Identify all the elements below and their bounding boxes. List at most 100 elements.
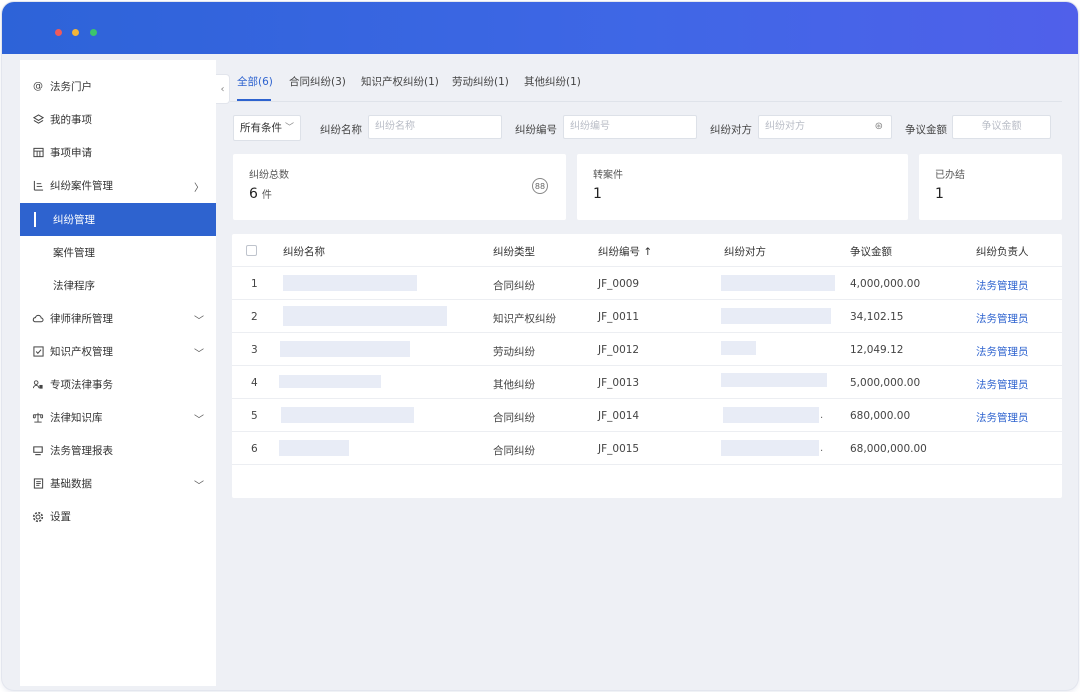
row-owner-link[interactable]: 法务管理员: [976, 377, 1029, 392]
dispute-number-label: 纠纷编号: [515, 124, 557, 136]
redacted-name: [280, 341, 410, 357]
row-owner-link[interactable]: 法务管理员: [976, 344, 1029, 359]
stat-card-closed: 已办结 1: [919, 154, 1062, 220]
cloud-icon: [32, 313, 44, 325]
column-header-owner[interactable]: 纠纷负责人: [976, 244, 1029, 259]
sidebar-item-special-legal-affairs[interactable]: 专项法律事务: [20, 368, 216, 401]
sidebar-item-legal-portal[interactable]: @ 法务门户: [20, 70, 216, 103]
table-row[interactable]: 4 其他纠纷 JF_0013 5,000,000.00 法务管理员: [232, 366, 1062, 399]
row-amount: 12,049.12: [850, 344, 904, 356]
sidebar-item-label: 法律知识库: [50, 412, 103, 424]
dispute-party-input[interactable]: 纠纷对方 ⊛: [758, 115, 892, 139]
condition-select[interactable]: 所有条件 ﹀: [233, 115, 301, 141]
tab-all[interactable]: 全部(6): [237, 74, 273, 89]
row-number: JF_0011: [598, 311, 640, 323]
chevron-down-icon: ﹀: [194, 349, 204, 360]
table-row[interactable]: 1 合同纠纷 JF_0009 4,000,000.00 法务管理员: [232, 267, 1062, 300]
column-header-party[interactable]: 纠纷对方: [724, 244, 766, 259]
gear-icon: [32, 511, 44, 523]
maximize-window-button[interactable]: [90, 29, 97, 36]
dispute-party-placeholder: 纠纷对方: [765, 121, 805, 132]
sidebar-item-case-management[interactable]: 案件管理: [20, 236, 216, 269]
tab-other-dispute[interactable]: 其他纠纷(1): [524, 74, 581, 89]
dispute-amount-input[interactable]: 争议金额: [952, 115, 1051, 139]
row-index: 2: [251, 311, 258, 323]
row-index: 6: [251, 443, 258, 455]
chevron-right-icon: 〉: [194, 183, 204, 194]
column-header-number[interactable]: 纠纷编号 ↑: [598, 244, 652, 259]
row-owner-link[interactable]: 法务管理员: [976, 311, 1029, 326]
row-owner-link[interactable]: 法务管理员: [976, 410, 1029, 425]
row-type: 合同纠纷: [493, 412, 535, 424]
people-icon: [32, 379, 44, 391]
calendar-grid-icon: [32, 147, 44, 159]
sidebar-item-settings[interactable]: 设置: [20, 500, 216, 533]
stat-value: 1: [935, 186, 944, 202]
truncation-mark: .: [820, 410, 824, 421]
select-all-checkbox[interactable]: [246, 245, 257, 256]
row-index: 1: [251, 278, 258, 290]
tab-ip-dispute[interactable]: 知识产权纠纷(1): [361, 74, 439, 89]
sidebar-item-label: 案件管理: [53, 247, 95, 259]
redacted-name: [283, 306, 447, 326]
table-row[interactable]: 5 合同纠纷 JF_0014 . 680,000.00 法务管理员: [232, 399, 1062, 432]
stat-number: 6: [249, 186, 258, 202]
sidebar: @ 法务门户 我的事项 事项申请 纠纷案件管理 〉 纠纷管理 案件管理 法律程序…: [20, 60, 216, 686]
redacted-party: [723, 407, 819, 423]
sidebar-item-label: 设置: [50, 511, 71, 523]
condition-select-value: 所有条件: [240, 122, 282, 134]
redacted-party: [721, 373, 827, 387]
scale-icon: [32, 412, 44, 424]
at-icon: @: [33, 81, 43, 92]
title-bar: [2, 2, 1078, 54]
sidebar-item-label: 律师律所管理: [50, 313, 113, 325]
sidebar-item-law-firm-management[interactable]: 律师律所管理 ﹀: [20, 302, 216, 335]
row-number: JF_0012: [598, 344, 640, 356]
redacted-party: [721, 275, 835, 291]
sidebar-item-label: 我的事项: [50, 114, 92, 126]
stat-value: 6件: [249, 186, 272, 202]
close-window-button[interactable]: [55, 29, 62, 36]
sidebar-item-my-matters[interactable]: 我的事项: [20, 103, 216, 136]
row-number: JF_0013: [598, 377, 640, 389]
redacted-party: [721, 308, 831, 324]
sidebar-item-ip-management[interactable]: 知识产权管理 ﹀: [20, 335, 216, 368]
tab-labor-dispute[interactable]: 劳动纠纷(1): [452, 74, 509, 89]
sidebar-item-dispute-management[interactable]: 纠纷管理: [20, 203, 216, 236]
dispute-number-input[interactable]: 纠纷编号: [563, 115, 697, 139]
minimize-window-button[interactable]: [72, 29, 79, 36]
chevron-down-icon: ﹀: [194, 316, 204, 327]
sidebar-item-base-data[interactable]: 基础数据 ﹀: [20, 467, 216, 500]
table-row[interactable]: 3 劳动纠纷 JF_0012 12,049.12 法务管理员: [232, 333, 1062, 366]
redacted-name: [283, 275, 417, 291]
sidebar-item-dispute-case-management[interactable]: 纠纷案件管理 〉: [20, 169, 216, 202]
dispute-name-input[interactable]: 纠纷名称: [368, 115, 502, 139]
row-owner-link[interactable]: 法务管理员: [976, 278, 1029, 293]
sidebar-item-label: 事项申请: [50, 147, 92, 159]
column-header-name[interactable]: 纠纷名称: [283, 244, 325, 259]
sidebar-item-label: 法律程序: [53, 280, 95, 292]
row-amount: 34,102.15: [850, 311, 904, 323]
table-row[interactable]: 6 合同纠纷 JF_0015 . 68,000,000.00: [232, 432, 1062, 465]
table-row[interactable]: 2 知识产权纠纷 JF_0011 34,102.15 法务管理员: [232, 300, 1062, 333]
stat-card-transferred: 转案件 1: [577, 154, 908, 220]
sidebar-item-legal-procedure[interactable]: 法律程序: [20, 269, 216, 302]
row-index: 5: [251, 410, 258, 422]
stat-unit: 件: [261, 190, 272, 201]
chevron-down-icon: ﹀: [194, 415, 204, 426]
chevron-down-icon: ﹀: [284, 123, 294, 133]
column-header-amount[interactable]: 争议金额: [850, 244, 892, 259]
sidebar-item-legal-knowledge-base[interactable]: 法律知识库 ﹀: [20, 401, 216, 434]
sidebar-item-matter-request[interactable]: 事项申请: [20, 136, 216, 169]
sidebar-item-legal-reports[interactable]: 法务管理报表: [20, 434, 216, 467]
tab-contract-dispute[interactable]: 合同纠纷(3): [289, 74, 346, 89]
row-number: JF_0015: [598, 443, 640, 455]
sidebar-collapse-button[interactable]: ‹: [216, 74, 230, 104]
sidebar-item-label: 法务管理报表: [50, 445, 113, 457]
column-header-type[interactable]: 纠纷类型: [493, 244, 535, 259]
redacted-party: [721, 341, 756, 355]
row-type: 其他纠纷: [493, 379, 535, 391]
list-icon: [32, 180, 44, 192]
dispute-name-label: 纠纷名称: [320, 124, 362, 136]
stat-label: 转案件: [593, 170, 623, 181]
